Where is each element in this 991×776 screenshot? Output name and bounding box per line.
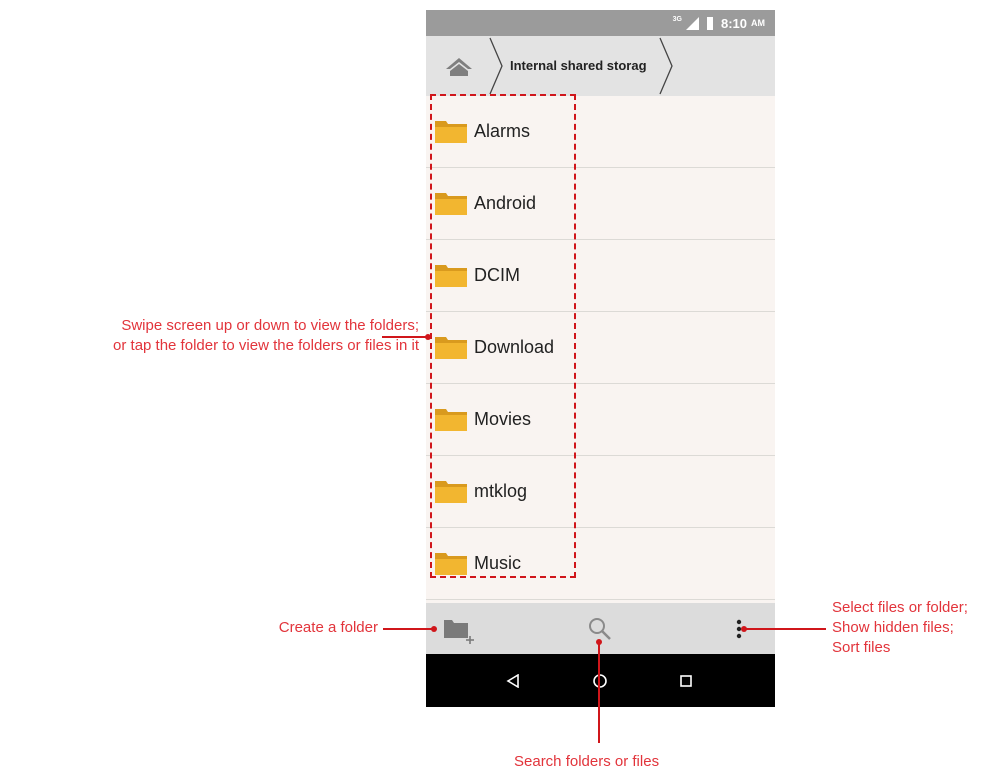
status-bar: 3G 8:10 AM <box>426 10 775 36</box>
callout-more-dot <box>741 626 747 632</box>
callout-folders-line1: Swipe screen up or down to view the fold… <box>121 317 419 334</box>
callout-create-folder: Create a folder <box>278 619 378 636</box>
folder-list-highlight <box>430 94 576 578</box>
clock-ampm: AM <box>751 18 765 28</box>
callout-folders-line2: or tap the folder to view the folders or… <box>113 337 419 354</box>
callout-search: Search folders or files <box>514 753 660 770</box>
home-icon <box>446 58 472 76</box>
callout-create-dot <box>431 626 437 632</box>
clock-time: 8:10 <box>720 15 747 31</box>
callout-search-dot <box>596 639 602 645</box>
callout-search-leader <box>598 642 600 743</box>
callout-more-line1: Select files or folder; <box>832 599 968 616</box>
signal-icon <box>685 16 699 30</box>
home-button[interactable] <box>426 36 492 96</box>
path-bar: Internal shared storag <box>426 36 775 96</box>
new-folder-icon <box>444 619 474 644</box>
callout-more-line3: Sort files <box>832 639 891 656</box>
back-icon <box>506 673 519 688</box>
home-nav-button[interactable] <box>580 654 620 707</box>
callout-folders-dot <box>425 334 431 340</box>
search-button[interactable] <box>578 603 622 654</box>
callout-more-line2: Show hidden files; <box>832 619 954 636</box>
recents-icon <box>680 674 692 687</box>
callout-folders: Swipe screen up or down to view the fold… <box>113 316 419 356</box>
battery-icon <box>706 16 713 30</box>
system-nav-bar <box>426 654 775 707</box>
breadcrumb-separator-icon <box>489 37 503 95</box>
callout-more-leader <box>744 628 826 630</box>
breadcrumb-internal-storage[interactable]: Internal shared storag <box>510 36 655 96</box>
back-button[interactable] <box>493 654 533 707</box>
callout-more-options: Select files or folder; Show hidden file… <box>832 598 968 658</box>
create-folder-button[interactable] <box>436 603 480 654</box>
bottom-action-bar <box>426 603 775 654</box>
breadcrumb-end-icon <box>659 37 673 95</box>
callout-folders-leader <box>382 336 428 338</box>
home-circle-icon <box>593 673 607 688</box>
network-type: 3G <box>672 15 682 23</box>
recents-button[interactable] <box>666 654 706 707</box>
callout-create-leader <box>383 628 433 630</box>
